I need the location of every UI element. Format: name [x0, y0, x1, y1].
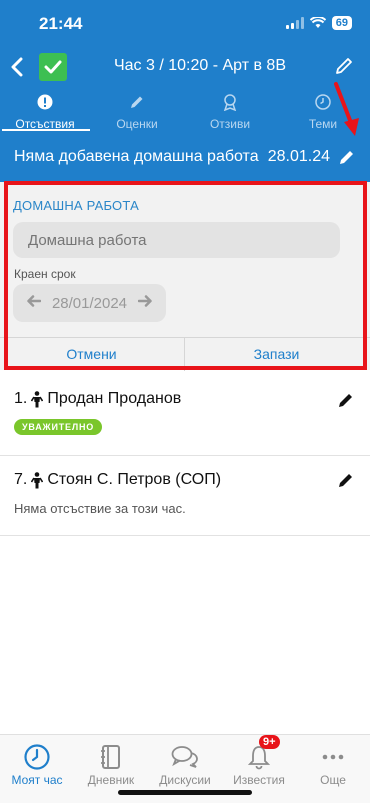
- nav-diary[interactable]: Дневник: [74, 735, 148, 787]
- homework-input[interactable]: [13, 222, 340, 258]
- person-icon: [31, 390, 44, 407]
- edit-homework-button[interactable]: [338, 148, 356, 166]
- cancel-button[interactable]: Отмени: [0, 338, 183, 371]
- pencil-icon: [336, 58, 352, 74]
- pencil-icon: [340, 151, 353, 164]
- nav-notifications[interactable]: 9+ Известия: [222, 735, 296, 787]
- pencil-icon: [339, 394, 352, 407]
- arrow-left-icon[interactable]: [27, 294, 42, 312]
- pencil-icon: [339, 474, 352, 487]
- check-icon: [44, 60, 62, 74]
- nav-my-lesson[interactable]: Моят час: [0, 735, 74, 787]
- homework-date: 28.01.24: [267, 148, 330, 165]
- form-actions: Отмени Запази: [0, 337, 370, 371]
- homework-form: ДОМАШНА РАБОТА Краен срок 28/01/2024 Отм…: [0, 182, 370, 371]
- status-icons: 69: [285, 16, 352, 30]
- notebook-icon: [101, 745, 120, 769]
- deadline-date-picker: 28/01/2024: [13, 284, 166, 322]
- chevron-left-icon: [11, 57, 23, 77]
- edit-student-button[interactable]: [338, 472, 356, 490]
- notification-count-badge: 9+: [259, 735, 280, 749]
- clock-icon: [24, 744, 50, 770]
- tab-grades[interactable]: Оценки: [92, 92, 182, 134]
- edit-student-button[interactable]: [338, 392, 356, 410]
- edit-lesson-button[interactable]: [334, 56, 356, 78]
- lesson-title: Час 3 / 10:20 - Арт в 8В: [113, 57, 286, 74]
- homework-status: Няма добавена домашна работа: [14, 148, 259, 165]
- save-button[interactable]: Запази: [185, 338, 368, 371]
- wifi-icon: [309, 17, 326, 28]
- toolbar: Час 3 / 10:20 - Арт в 8В: [0, 50, 370, 84]
- deadline-value[interactable]: 28/01/2024: [52, 295, 127, 312]
- award-icon: [223, 94, 237, 111]
- arrow-right-icon[interactable]: [137, 294, 152, 312]
- signal-icon: [285, 17, 304, 29]
- form-heading: ДОМАШНА РАБОТА: [13, 198, 139, 213]
- pencil-icon: [131, 96, 143, 108]
- person-icon: [31, 471, 44, 488]
- list-item[interactable]: 1. Продан Проданов УВАЖИТЕЛНО: [0, 376, 370, 456]
- battery-icon: 69: [331, 16, 352, 30]
- absence-note: Няма отсъствие за този час.: [14, 501, 186, 516]
- list-item[interactable]: 7. Стоян С. Петров (СОП) Няма отсъствие …: [0, 456, 370, 536]
- back-button[interactable]: [6, 54, 28, 80]
- nav-discussions[interactable]: Дискусии: [148, 735, 222, 787]
- student-fullname: Продан Проданов: [47, 390, 182, 407]
- status-badge: УВАЖИТЕЛНО: [14, 419, 103, 435]
- nav-label: Дискусии: [159, 773, 211, 787]
- student-name: 7. Стоян С. Петров (СОП): [14, 471, 221, 489]
- homework-bar[interactable]: Няма добавена домашна работа 28.01.24: [0, 140, 370, 176]
- chat-icon: [171, 746, 198, 768]
- student-fullname: Стоян С. Петров (СОП): [47, 471, 222, 488]
- status-bar: 21:44 69: [0, 0, 370, 48]
- nav-label: Моят час: [11, 773, 63, 787]
- student-number: 1.: [14, 390, 28, 407]
- more-icon: [322, 754, 344, 760]
- deadline-label: Краен срок: [14, 267, 76, 281]
- tab-absences[interactable]: Отсъствия: [0, 92, 90, 134]
- student-name: 1. Продан Проданов: [14, 390, 181, 408]
- tab-bar: Отсъствия Оценки Отзиви Теми: [0, 92, 370, 134]
- nav-label: Известия: [233, 773, 285, 787]
- tab-feedback[interactable]: Отзиви: [185, 92, 275, 134]
- exclamation-icon: [37, 94, 53, 110]
- nav-label: Дневник: [87, 773, 135, 787]
- status-time: 21:44: [39, 14, 83, 33]
- tab-label: Отзиви: [209, 117, 251, 131]
- student-number: 7.: [14, 471, 28, 488]
- clock-icon: [315, 94, 331, 110]
- home-indicator: [118, 790, 252, 795]
- active-tab-indicator: [2, 129, 90, 131]
- red-arrow-annotation: [334, 82, 359, 136]
- confirm-button[interactable]: [39, 53, 67, 81]
- header: 21:44 69 Час 3 / 10:20 - Арт в 8В Отсъст…: [0, 0, 370, 182]
- nav-label: Още: [320, 773, 346, 787]
- tab-label: Оценки: [116, 117, 158, 131]
- nav-more[interactable]: Още: [296, 735, 370, 787]
